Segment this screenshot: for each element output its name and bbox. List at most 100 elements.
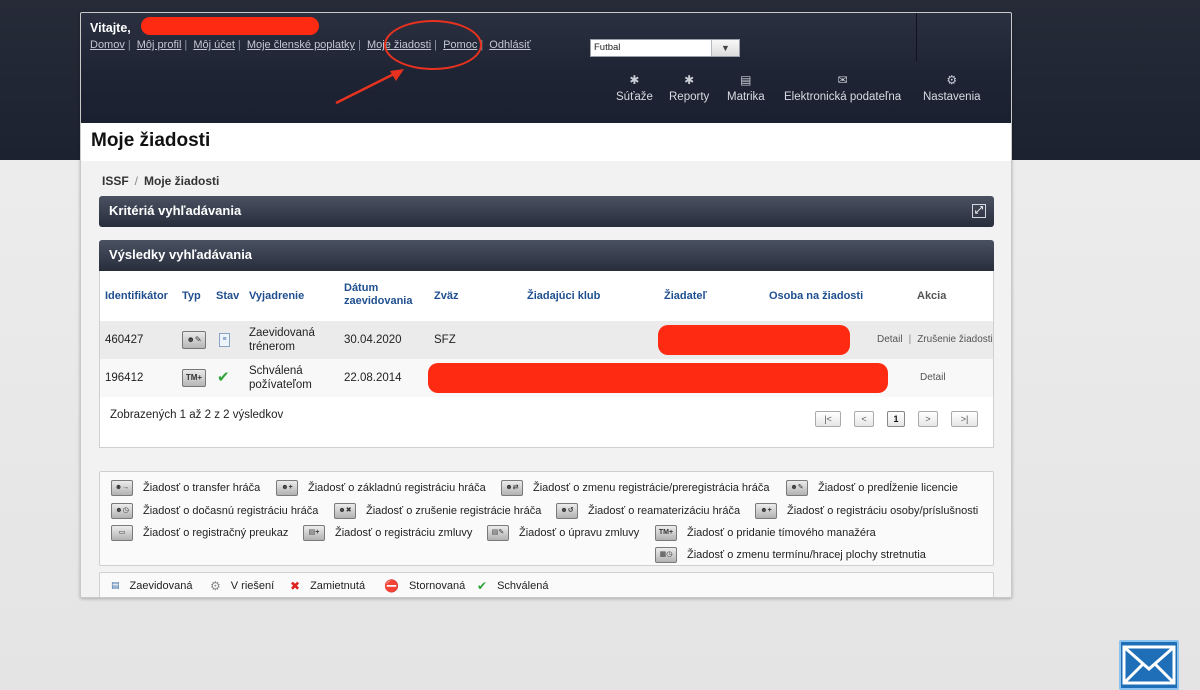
team-manager-add-icon: TM+ bbox=[655, 525, 677, 541]
legend-item: ▤✎ Žiadosť o úpravu zmluvy bbox=[487, 525, 639, 541]
envelope-icon: ✉ bbox=[837, 73, 848, 87]
registry-icon: ▤ bbox=[740, 73, 752, 87]
registered-doc-icon: ▤ bbox=[111, 580, 120, 590]
red-x-icon: ✖ bbox=[290, 578, 301, 593]
reamateur-icon: ☻↺ bbox=[556, 503, 578, 519]
chevron-down-icon[interactable]: ▼ bbox=[711, 40, 739, 56]
legend-item: ☻◷ Žiadosť o dočasnú registráciu hráča bbox=[111, 503, 318, 519]
legend-item: ▦◷ Žiadosť o zmenu termínu/hracej plochy … bbox=[655, 547, 926, 563]
table-row[interactable]: 460427 ☻✎ ≡ Zaevidovaná trénerom 30.04.2… bbox=[100, 321, 993, 359]
puzzle-icon: ✱ bbox=[629, 73, 640, 87]
license-renewal-icon: ☻✎ bbox=[182, 331, 206, 349]
first-page-button[interactable]: |< bbox=[815, 411, 841, 427]
temporary-registration-icon: ☻◷ bbox=[111, 503, 133, 519]
person-registration-icon: ☻+ bbox=[755, 503, 777, 519]
col-typ[interactable]: Typ bbox=[182, 290, 201, 303]
status-legend-item: ⚙ V riešení bbox=[210, 578, 275, 593]
nav-clenske-poplatky[interactable]: Moje členské poplatky bbox=[247, 39, 355, 51]
col-ziadajuci-klub[interactable]: Žiadajúci klub bbox=[527, 290, 600, 303]
mail-widget[interactable] bbox=[1119, 640, 1179, 690]
cell-statement: Zaevidovaná trénerom bbox=[249, 327, 315, 353]
table-header: Identifikátor Typ Stav Vyjadrenie Dátum … bbox=[100, 271, 993, 321]
nav-domov[interactable]: Domov bbox=[90, 39, 125, 51]
breadcrumb-root[interactable]: ISSF bbox=[102, 174, 129, 188]
sport-select-value: Futbal bbox=[594, 42, 621, 53]
license-renewal-icon: ☻✎ bbox=[786, 480, 808, 496]
request-type-legend: ☻→ Žiadosť o transfer hráča ☻+ Žiadosť o z… bbox=[99, 471, 994, 566]
cell-date: 30.04.2020 bbox=[344, 334, 402, 346]
page-1-button[interactable]: 1 bbox=[887, 411, 905, 427]
check-icon: ✔ bbox=[477, 578, 488, 593]
page-title: Moje žiadosti bbox=[81, 123, 1011, 161]
sport-select[interactable]: Futbal ▼ bbox=[590, 39, 740, 57]
cancel-request-link[interactable]: Zrušenie žiadosti bbox=[917, 333, 993, 347]
cell-statement: Schválená požívateľom bbox=[249, 365, 312, 391]
tool-reporty[interactable]: ✱ Reporty bbox=[669, 73, 709, 103]
prev-page-button[interactable]: < bbox=[854, 411, 874, 427]
redacted-applicant bbox=[658, 325, 850, 355]
nav-odhlasit[interactable]: Odhlásiť bbox=[489, 39, 530, 51]
legend-item: ☻✎ Žiadosť o predĺženie licencie bbox=[786, 480, 958, 496]
results-count: Zobrazených 1 až 2 z 2 výsledkov bbox=[110, 409, 284, 421]
breadcrumb: ISSF / Moje žiadosti bbox=[102, 174, 220, 188]
detail-link[interactable]: Detail bbox=[920, 371, 946, 385]
search-results-header: Výsledky vyhľadávania bbox=[99, 240, 994, 271]
col-datum[interactable]: Dátum zaevidovania bbox=[344, 282, 424, 308]
col-akcia: Akcia bbox=[917, 290, 947, 302]
nav-moj-ucet[interactable]: Môj účet bbox=[193, 39, 235, 51]
tool-matrika[interactable]: ▤ Matrika bbox=[727, 73, 765, 103]
transfer-icon: ☻→ bbox=[111, 480, 133, 496]
status-legend-item: ✔ Schválená bbox=[477, 578, 549, 593]
col-stav[interactable]: Stav bbox=[216, 290, 239, 303]
last-page-button[interactable]: >| bbox=[951, 411, 978, 427]
col-ziadatel[interactable]: Žiadateľ bbox=[664, 290, 707, 303]
row-actions: Detail bbox=[920, 359, 946, 397]
cell-union: SFZ bbox=[434, 334, 456, 346]
legend-item: ☻+ Žiadosť o základnú registráciu hráča bbox=[276, 480, 486, 496]
legend-item: ☻⇄ Žiadosť o zmenu registrácie/preregistr… bbox=[501, 480, 769, 496]
cell-date: 22.08.2014 bbox=[344, 372, 402, 384]
registration-card-icon: ▭ bbox=[111, 525, 133, 541]
status-legend-item: ✖ Zamietnutá bbox=[290, 578, 366, 593]
welcome-text: Vitajte, bbox=[90, 21, 131, 35]
team-manager-add-icon: TM+ bbox=[182, 369, 206, 387]
redacted-username bbox=[141, 17, 319, 35]
contract-registration-icon: ▤+ bbox=[303, 525, 325, 541]
legend-item: TM+ Žiadosť o pridanie tímového manažéra bbox=[655, 525, 876, 541]
puzzle-icon: ✱ bbox=[684, 73, 695, 87]
cell-id: 460427 bbox=[105, 334, 144, 346]
envelope-icon bbox=[1122, 645, 1176, 685]
nav-moj-profil[interactable]: Môj profil bbox=[137, 39, 182, 51]
status-legend-item: ▤ Zaevidovaná bbox=[111, 579, 193, 592]
match-change-icon: ▦◷ bbox=[655, 547, 677, 563]
search-results-title: Výsledky vyhľadávania bbox=[109, 247, 253, 262]
col-zvaz[interactable]: Zväz bbox=[434, 290, 458, 303]
legend-item: ☻✖ Žiadosť o zrušenie registrácie hráča bbox=[334, 503, 541, 519]
detail-link[interactable]: Detail bbox=[877, 333, 903, 347]
app-window: Vitajte, Domov | Môj profil | Môj účet | Mo… bbox=[80, 12, 1012, 598]
redacted-row-details bbox=[428, 363, 888, 393]
stop-icon: ⛔ bbox=[384, 578, 399, 593]
expand-icon[interactable]: ⤢ bbox=[972, 204, 986, 218]
col-vyjadrenie[interactable]: Vyjadrenie bbox=[249, 290, 304, 303]
search-criteria-panel[interactable]: Kritériá vyhľadávania ⤢ bbox=[99, 196, 994, 227]
status-legend: ▤ Zaevidovaná ⚙ V riešení ✖ Zamietnutá ⛔ Sto… bbox=[99, 572, 994, 597]
legend-item: ☻→ Žiadosť o transfer hráča bbox=[111, 480, 260, 496]
tool-elektronicka-podatelna[interactable]: ✉ Elektronická podateľna bbox=[784, 73, 901, 103]
results-table: Identifikátor Typ Stav Vyjadrenie Dátum … bbox=[99, 271, 994, 448]
tool-sutaze[interactable]: ✱ Súťaže bbox=[616, 73, 653, 103]
annotation-arrow bbox=[335, 69, 404, 105]
breadcrumb-current: Moje žiadosti bbox=[144, 174, 220, 188]
header: Vitajte, Domov | Môj profil | Môj účet | Mo… bbox=[81, 13, 1011, 123]
col-identifikator[interactable]: Identifikátor bbox=[105, 290, 168, 303]
registration-cancel-icon: ☻✖ bbox=[334, 503, 356, 519]
status-legend-item: ⛔ Stornovaná bbox=[384, 578, 466, 593]
cell-id: 196412 bbox=[105, 372, 144, 384]
main-content: ISSF / Moje žiadosti Kritériá vyhľadávania… bbox=[81, 161, 1011, 597]
next-page-button[interactable]: > bbox=[918, 411, 938, 427]
check-icon: ✔ bbox=[217, 369, 230, 386]
col-osoba[interactable]: Osoba na žiadosti bbox=[769, 290, 863, 303]
tool-nastavenia[interactable]: ⚙ Nastavenia bbox=[923, 73, 981, 103]
legend-item: ▭ Žiadosť o registračný preukaz bbox=[111, 525, 288, 541]
table-row[interactable]: 196412 TM+ ✔ Schválená požívateľom 22.08… bbox=[100, 359, 993, 397]
